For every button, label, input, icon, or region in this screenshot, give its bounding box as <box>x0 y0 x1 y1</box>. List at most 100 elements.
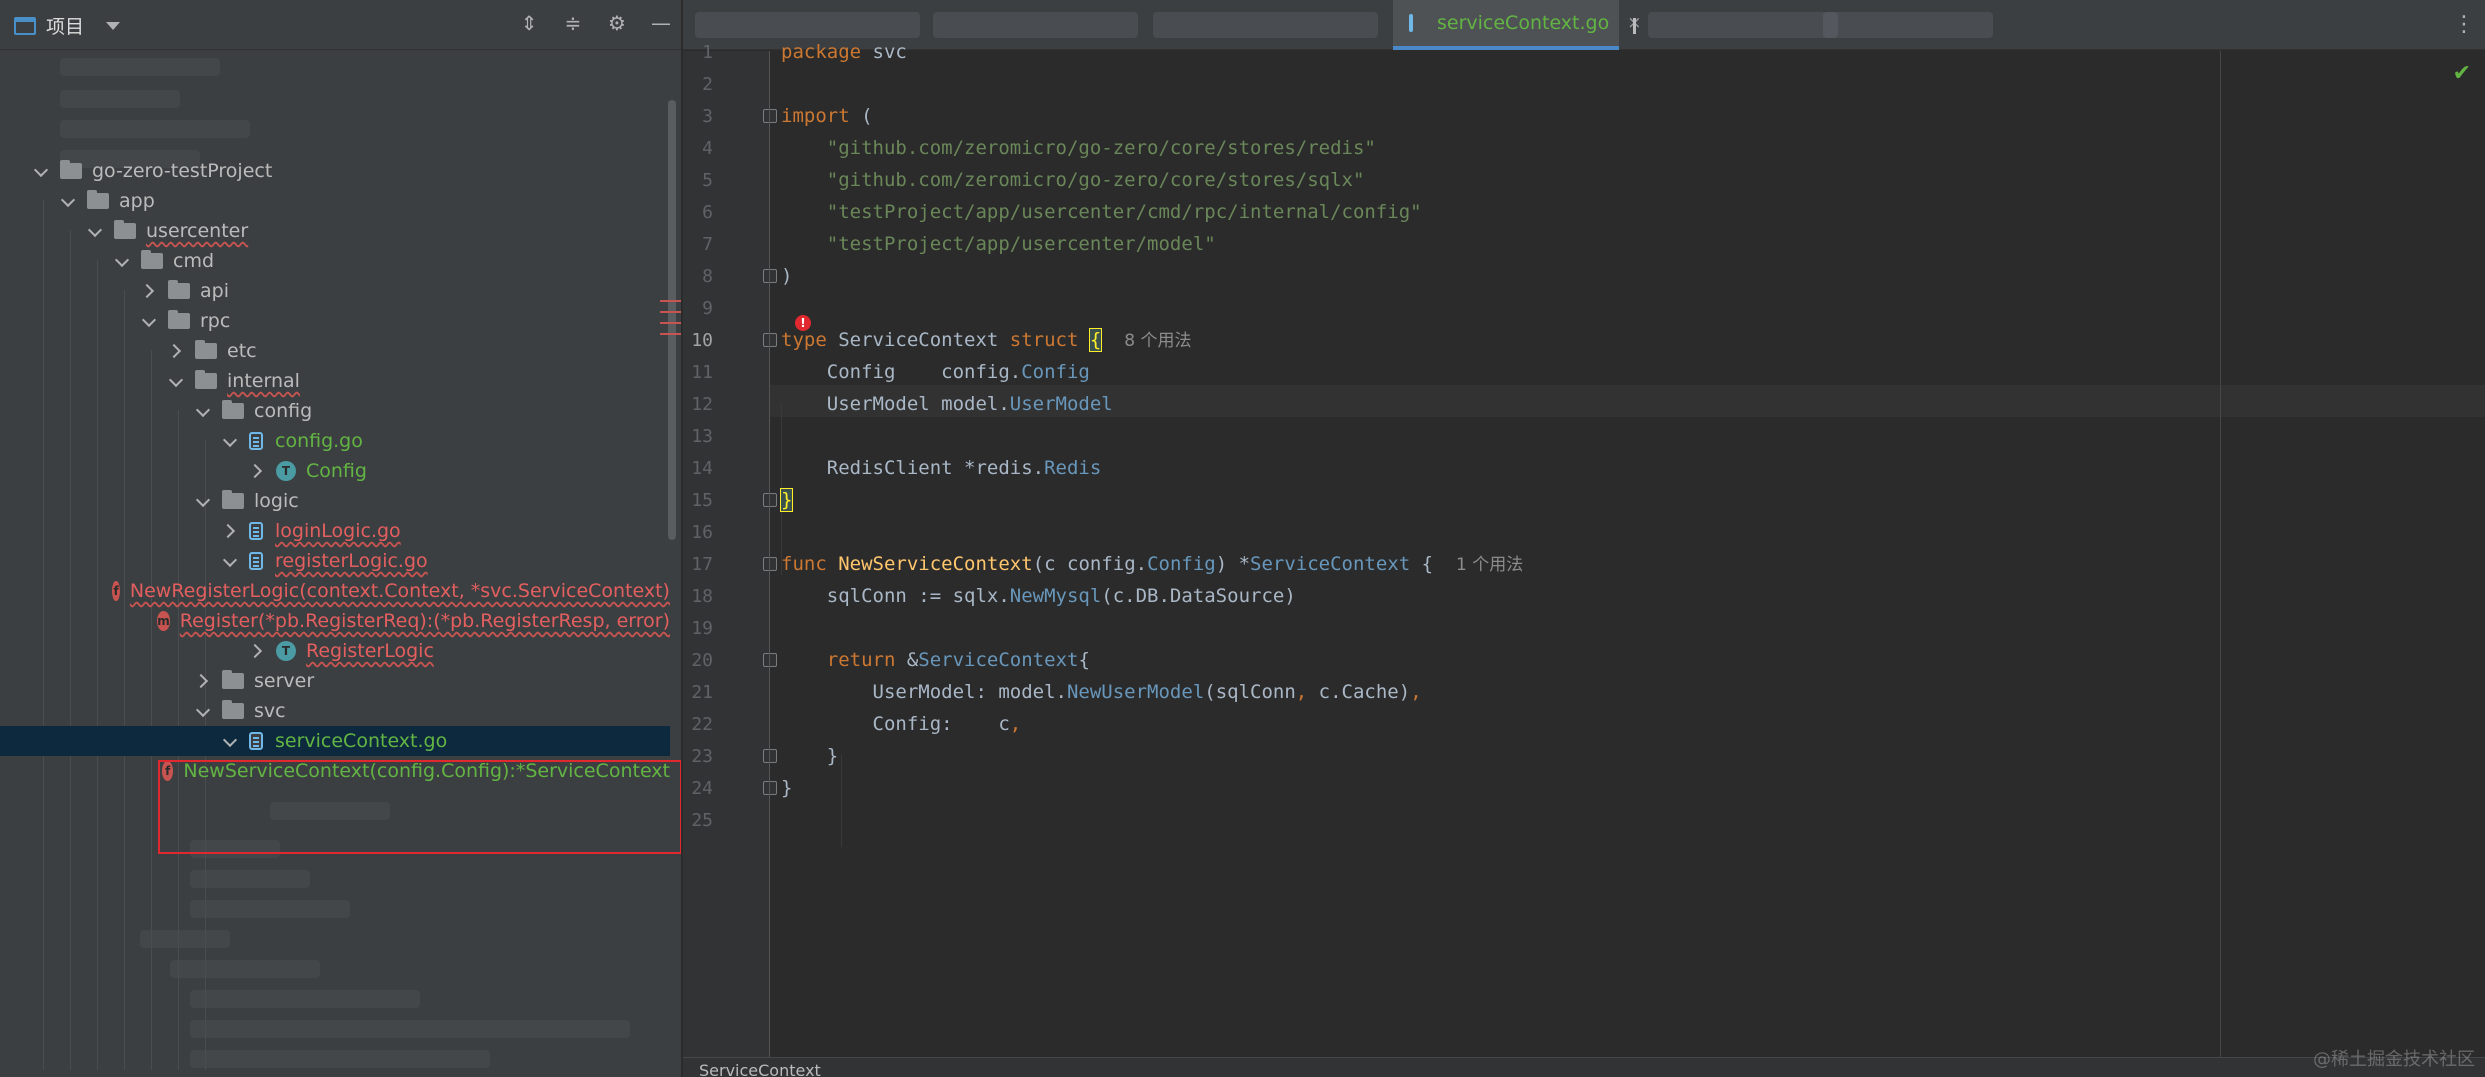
code-token: ServiceContext <box>826 329 1010 351</box>
tree-item[interactable]: internal <box>0 366 670 396</box>
folder-icon <box>195 370 217 389</box>
tree-item[interactable]: T Config <box>0 456 670 486</box>
chevron-down-icon[interactable] <box>223 554 237 568</box>
gear-icon[interactable]: ⚙ <box>606 12 628 34</box>
expand-all-icon[interactable]: ⇕ <box>518 12 540 34</box>
fold-toggle-icon[interactable] <box>763 749 777 763</box>
tree-item[interactable]: f NewRegisterLogic(context.Context, *svc.… <box>0 576 670 606</box>
code-line[interactable]: sqlConn := sqlx.NewMysql(c.DB.DataSource… <box>781 580 1296 612</box>
code-line[interactable]: "github.com/zeromicro/go-zero/core/store… <box>781 132 1376 164</box>
code-editor[interactable]: 1 2 3 4 5 6 7 8 9 10 11 12 13 14 15 16 17 18 19 20 21 22 23 24 2… <box>683 41 2485 1057</box>
line-number-gutter[interactable]: 1 2 3 4 5 6 7 8 9 10 11 12 13 14 15 16 17 18 19 20 21 22 23 24 2… <box>683 42 777 1057</box>
tree-item-label: loginLogic.go <box>275 520 401 542</box>
code-line[interactable]: RedisClient *redis.Redis <box>781 452 1102 484</box>
tree-item[interactable]: etc <box>0 336 670 366</box>
chevron-down-icon[interactable] <box>196 404 210 418</box>
more-icon[interactable]: ⋮ <box>2453 14 2475 36</box>
chevron-right-icon[interactable] <box>250 464 264 478</box>
chevron-down-icon[interactable] <box>223 734 237 748</box>
code-token: & <box>895 649 919 671</box>
line-number: 5 <box>702 170 713 191</box>
tree-item[interactable]: m Register(*pb.RegisterReq):(*pb.Register… <box>0 606 670 636</box>
blurred-tab[interactable] <box>1648 12 1838 38</box>
project-panel-header: 项目 ⇕ ≑ ⚙ — <box>0 0 681 50</box>
fold-toggle-icon[interactable] <box>763 333 777 347</box>
fold-toggle-icon[interactable] <box>763 781 777 795</box>
tree-item[interactable]: api <box>0 276 670 306</box>
blurred-tab[interactable] <box>695 12 920 38</box>
code-line[interactable]: "github.com/zeromicro/go-zero/core/store… <box>781 164 1365 196</box>
chevron-down-icon[interactable] <box>196 494 210 508</box>
blurred-tab[interactable] <box>1153 12 1378 38</box>
chevron-right-icon[interactable] <box>223 524 237 538</box>
tree-item[interactable]: rpc <box>0 306 670 336</box>
project-window-icon <box>14 16 36 35</box>
tree-item[interactable]: usercenter <box>0 216 670 246</box>
chevron-down-icon[interactable] <box>88 224 102 238</box>
usage-hint[interactable]: 1 个用法 <box>1456 555 1523 575</box>
tree-item[interactable]: loginLogic.go <box>0 516 670 546</box>
tab-servicecontext-go[interactable]: serviceContext.go × <box>1393 0 1641 50</box>
blurred-tab[interactable] <box>933 12 1138 38</box>
chevron-down-icon[interactable] <box>169 374 183 388</box>
line-number: 4 <box>702 138 713 159</box>
chevron-down-icon[interactable] <box>106 21 121 30</box>
tree-item[interactable]: server <box>0 666 670 696</box>
chevron-right-icon[interactable] <box>169 344 183 358</box>
usage-hint[interactable]: 8 个用法 <box>1124 331 1191 351</box>
tree-item[interactable]: config.go <box>0 426 670 456</box>
minimize-icon[interactable]: — <box>650 12 672 34</box>
tree-item[interactable]: config <box>0 396 670 426</box>
tree-item-label: app <box>119 190 155 212</box>
code-token: ( <box>849 105 873 127</box>
code-line[interactable]: type ServiceContext struct { 8 个用法 <box>781 324 1191 356</box>
blurred-tab[interactable] <box>1823 12 1993 38</box>
chevron-right-icon[interactable] <box>196 674 210 688</box>
code-line[interactable]: "testProject/app/usercenter/cmd/rpc/inte… <box>781 196 1422 228</box>
tree-item[interactable]: app <box>0 186 670 216</box>
code-line[interactable]: return &ServiceContext{ <box>781 644 1090 676</box>
chevron-right-icon[interactable] <box>250 644 264 658</box>
code-line[interactable]: import ( <box>781 100 873 132</box>
tree-item-label: api <box>200 280 229 302</box>
code-line[interactable]: } <box>779 484 794 516</box>
tree-item[interactable]: registerLogic.go <box>0 546 670 576</box>
chevron-down-icon[interactable] <box>61 194 75 208</box>
chevron-down-icon[interactable] <box>142 314 156 328</box>
tree-item[interactable]: cmd <box>0 246 670 276</box>
code-line[interactable]: Config config.Config <box>781 356 1090 388</box>
code-line[interactable]: ) <box>781 260 792 292</box>
tree-item[interactable]: svc <box>0 696 670 726</box>
code-line[interactable]: UserModel model.UserModel <box>781 388 1113 420</box>
chevron-down-icon[interactable] <box>196 704 210 718</box>
check-icon[interactable]: ✔ <box>2453 61 2471 86</box>
breadcrumb[interactable]: ServiceContext <box>683 1057 2485 1077</box>
code-line[interactable]: UserModel: model.NewUserModel(sqlConn, c… <box>781 676 1422 708</box>
code-line[interactable]: "testProject/app/usercenter/model" <box>781 228 1216 260</box>
code-line[interactable]: } <box>781 772 792 804</box>
tree-item[interactable]: go-zero-testProject <box>0 156 670 186</box>
collapse-all-icon[interactable]: ≑ <box>562 12 584 34</box>
tree-item[interactable]: T RegisterLogic <box>0 636 670 666</box>
fold-toggle-icon[interactable] <box>763 109 777 123</box>
chevron-down-icon[interactable] <box>223 434 237 448</box>
folder-icon <box>114 220 136 239</box>
chevron-down-icon[interactable] <box>34 164 48 178</box>
chevron-right-icon[interactable] <box>142 284 156 298</box>
tree-item[interactable]: logic <box>0 486 670 516</box>
tree-item[interactable]: serviceContext.go <box>0 726 670 756</box>
code-line[interactable]: func NewServiceContext(c config.Config) … <box>781 548 1523 580</box>
chevron-down-icon[interactable] <box>115 254 129 268</box>
code-line[interactable]: Config: c, <box>781 708 1022 740</box>
line-number: 18 <box>691 586 713 607</box>
fold-toggle-icon[interactable] <box>763 653 777 667</box>
fold-toggle-icon[interactable] <box>763 269 777 283</box>
code-line[interactable]: } <box>781 740 838 772</box>
code-token: c.Cache) <box>1307 681 1411 703</box>
fold-toggle-icon[interactable] <box>763 493 777 507</box>
fold-toggle-icon[interactable] <box>763 557 777 571</box>
code-line[interactable]: package svc <box>781 36 907 68</box>
line-number: 17 <box>691 554 713 575</box>
